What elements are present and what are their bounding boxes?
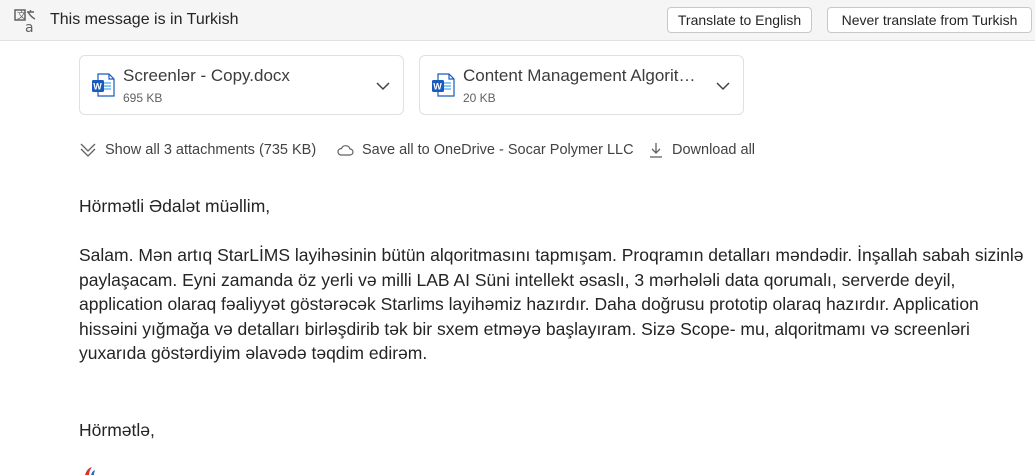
translate-to-english-button[interactable]: Translate to English (667, 7, 812, 33)
double-chevron-down-icon (80, 143, 96, 157)
download-all-label: Download all (672, 142, 756, 158)
email-reading-pane: 文 a This message is in Turkish Translate… (0, 0, 1035, 475)
message-signoff: Hörmətlə, (79, 420, 155, 440)
chevron-down-icon[interactable] (375, 78, 391, 94)
svg-text:a: a (25, 20, 34, 35)
attachment-name: Screenlər - Copy.docx (123, 66, 290, 85)
translation-bar: 文 a This message is in Turkish Translate… (0, 0, 1035, 41)
message-greeting: Hörmətli Ədalət müəllim, (79, 196, 271, 216)
never-translate-button[interactable]: Never translate from Turkish (827, 7, 1032, 33)
attachment-actions: Show all 3 attachments (735 KB) Save all… (79, 139, 799, 161)
message-paragraph: Salam. Mən artıq StarLİMS layihəsinin bü… (79, 245, 1024, 363)
save-all-label: Save all to OneDrive - Socar Polymer LLC (362, 142, 634, 158)
attachment-card[interactable]: W Screenlər - Copy.docx 695 KB (79, 55, 404, 115)
cloud-icon (337, 145, 354, 156)
attachment-card[interactable]: W Content Management Algorithm.docx 20 K… (419, 55, 744, 115)
translate-icon: 文 a (14, 9, 36, 35)
word-doc-icon: W (92, 73, 115, 97)
chevron-down-icon[interactable] (715, 78, 731, 94)
download-icon (650, 143, 662, 158)
translation-message: This message is in Turkish (50, 11, 239, 28)
attachment-size: 20 KB (463, 91, 496, 105)
download-all-button[interactable]: Download all (648, 139, 755, 161)
show-all-attachments-button[interactable]: Show all 3 attachments (735 KB) (79, 139, 316, 161)
svg-text:W: W (433, 82, 442, 92)
svg-text:W: W (93, 82, 102, 92)
word-doc-icon: W (432, 73, 455, 97)
attachment-name: Content Management Algorithm.docx (463, 66, 703, 85)
signature-logo (85, 467, 95, 475)
attachment-size: 695 KB (123, 91, 163, 105)
save-all-onedrive-button[interactable]: Save all to OneDrive - Socar Polymer LLC (336, 139, 634, 161)
show-all-label: Show all 3 attachments (735 KB) (105, 142, 317, 158)
